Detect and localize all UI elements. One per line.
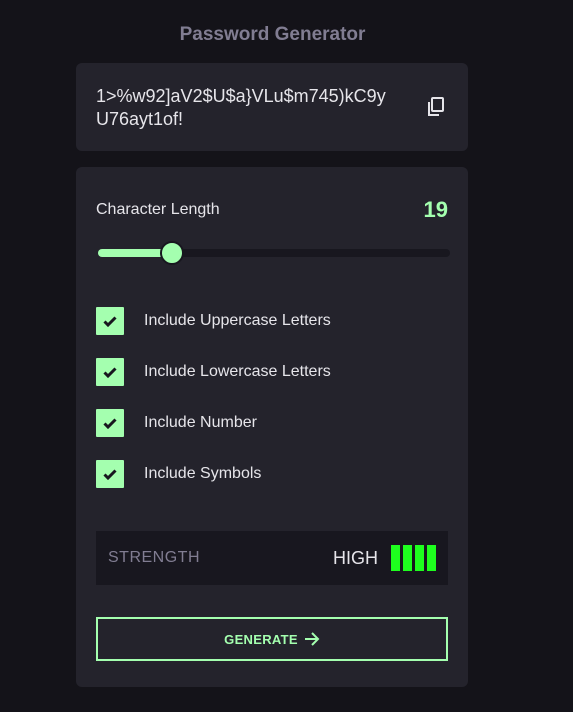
strength-value: HIGH [333,547,378,568]
generate-label: GENERATE [224,631,298,647]
strength-bar [403,545,412,571]
generate-button[interactable]: GENERATE [96,617,448,661]
length-slider[interactable] [98,241,450,265]
check-icon [103,417,117,429]
strength-label: STRENGTH [108,549,200,566]
length-label: Character Length [96,201,220,218]
generated-password: 1>%w92]aV2$U$a}VLu$m745)kC9yU76ayt1of! [96,86,386,129]
option-lowercase[interactable]: Include Lowercase Letters [96,358,331,386]
option-list: Include Uppercase Letters Include Lowerc… [96,307,331,511]
lowercase-label: Include Lowercase Letters [144,363,331,380]
option-symbols[interactable]: Include Symbols [96,460,331,488]
length-value: 19 [423,197,448,222]
settings-panel: Character Length 19 Include Uppercase Le… [76,167,468,687]
password-display: 1>%w92]aV2$U$a}VLu$m745)kC9yU76ayt1of! [76,63,468,151]
symbols-label: Include Symbols [144,465,262,482]
option-number[interactable]: Include Number [96,409,331,437]
strength-bar [391,545,400,571]
check-icon [103,468,117,480]
copy-button[interactable] [424,95,448,119]
strength-right: HIGH [333,545,436,571]
strength-bar [415,545,424,571]
strength-bar [427,545,436,571]
app-title: Password Generator [179,24,366,45]
symbols-checkbox[interactable] [96,460,124,488]
number-checkbox[interactable] [96,409,124,437]
uppercase-label: Include Uppercase Letters [144,312,331,329]
uppercase-checkbox[interactable] [96,307,124,335]
strength-meter: STRENGTH HIGH [96,531,448,585]
option-uppercase[interactable]: Include Uppercase Letters [96,307,331,335]
check-icon [103,366,117,378]
length-row: Character Length 19 [96,197,448,223]
arrow-right-icon [304,632,320,646]
number-label: Include Number [144,414,257,431]
copy-icon [428,97,444,116]
slider-thumb[interactable] [159,241,184,265]
check-icon [103,315,117,327]
lowercase-checkbox[interactable] [96,358,124,386]
strength-bars [388,545,436,571]
